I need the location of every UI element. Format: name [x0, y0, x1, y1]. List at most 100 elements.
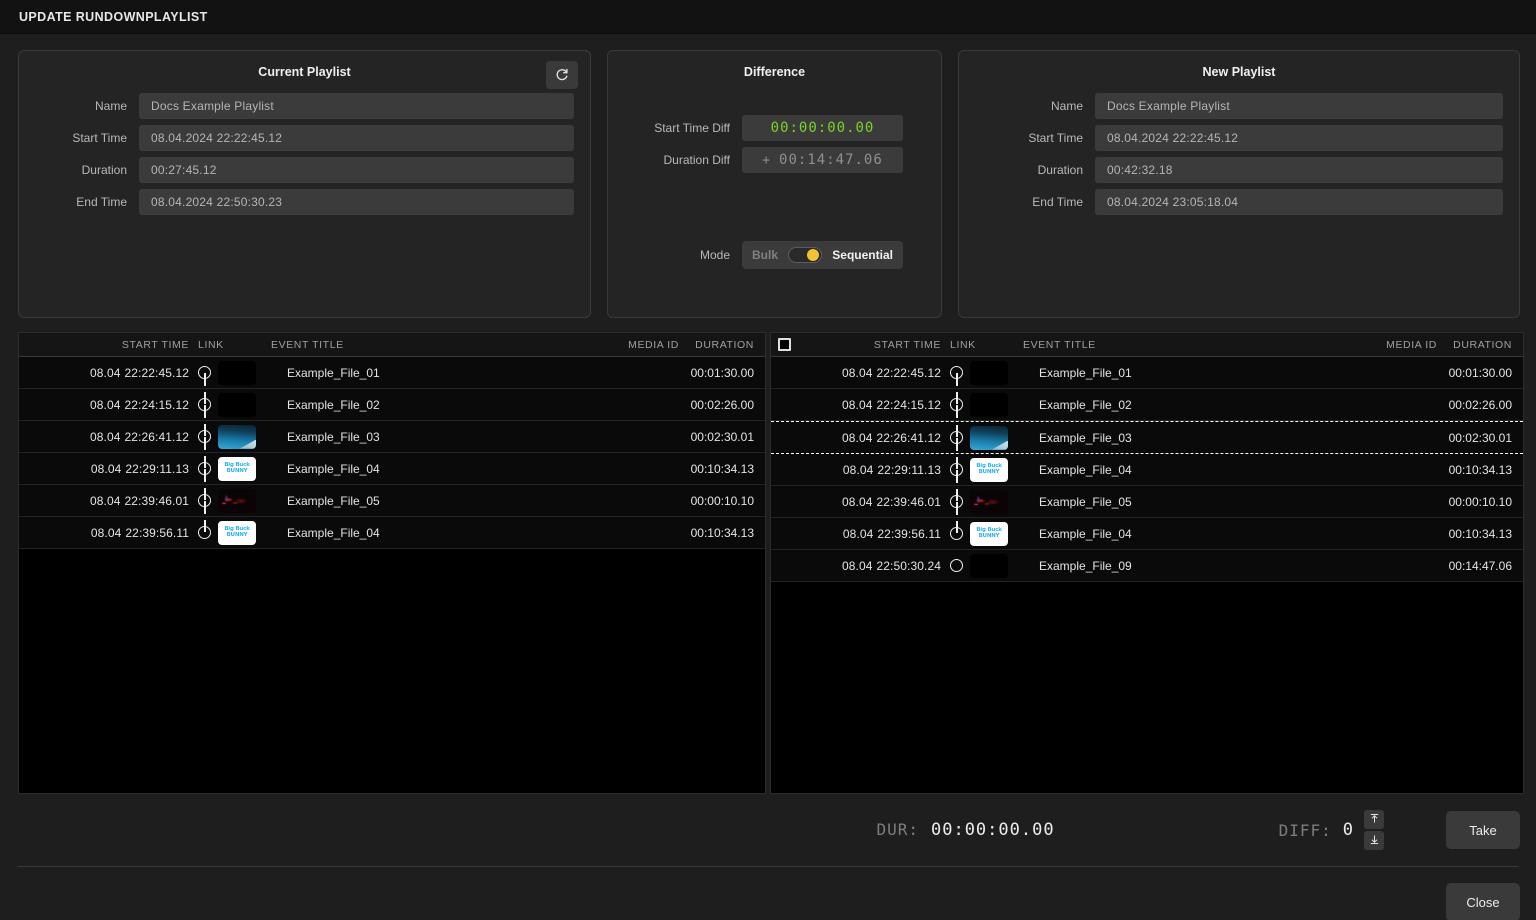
row-event-title: Example_File_05	[271, 494, 569, 508]
start-time-diff-field[interactable]: 00:00:00.00	[742, 115, 903, 141]
new-header-event-title: EVENT TITLE	[1023, 339, 1327, 351]
row-event-title: Example_File_02	[1023, 398, 1327, 412]
table-row[interactable]: 08.0422:26:41.12Example_File_0300:02:30.…	[19, 421, 765, 453]
difference-panel: Difference Start Time Diff 00:00:00.00 D…	[607, 50, 942, 318]
new-field-duration-label: Duration	[975, 163, 1095, 177]
current-playlist-table: START TIME LINK EVENT TITLE MEDIA ID DUR…	[18, 332, 766, 794]
new-start-time-input[interactable]: 08.04.2024 22:22:45.12	[1095, 125, 1503, 151]
current-start-time-input[interactable]: 08.04.2024 22:22:45.12	[139, 125, 574, 151]
event-thumbnail	[218, 425, 256, 449]
table-row[interactable]: 08.0422:24:15.12Example_File_0200:02:26.…	[19, 389, 765, 421]
row-duration: 00:01:30.00	[1437, 366, 1523, 380]
row-link-cell[interactable]	[941, 361, 1023, 385]
link-circle-icon[interactable]	[950, 431, 963, 444]
row-date: 08.04	[91, 526, 122, 540]
align-top-button[interactable]	[1364, 810, 1384, 829]
mode-option-sequential[interactable]: Sequential	[832, 248, 893, 262]
current-end-time-input[interactable]: 08.04.2024 22:50:30.23	[139, 189, 574, 215]
link-circle-icon[interactable]	[198, 494, 211, 507]
current-name-input[interactable]: Docs Example Playlist	[139, 93, 574, 119]
take-button[interactable]: Take	[1446, 811, 1520, 849]
row-date: 08.04	[843, 527, 874, 541]
row-link-cell[interactable]	[189, 425, 271, 449]
duration-diff-sign: +	[762, 153, 771, 168]
link-circle-icon[interactable]	[950, 527, 963, 540]
row-event-title: Example_File_03	[1023, 431, 1327, 445]
row-time: 22:29:11.13	[877, 463, 941, 477]
row-link-cell[interactable]: Big BuckBUNNY	[189, 457, 271, 481]
table-row[interactable]: 08.0422:22:45.12Example_File_0100:01:30.…	[771, 357, 1523, 389]
new-end-time-input[interactable]: 08.04.2024 23:05:18.04	[1095, 189, 1503, 215]
current-field-name-row: Name Docs Example Playlist	[35, 93, 574, 119]
row-link-cell[interactable]	[189, 393, 271, 417]
row-time: 22:22:45.12	[125, 366, 190, 380]
playlists-comparison-area: START TIME LINK EVENT TITLE MEDIA ID DUR…	[0, 318, 1536, 794]
new-field-end-row: End Time 08.04.2024 23:05:18.04	[975, 189, 1503, 215]
new-duration-input[interactable]: 00:42:32.18	[1095, 157, 1503, 183]
link-circle-icon[interactable]	[198, 462, 211, 475]
row-event-title: Example_File_05	[1023, 495, 1327, 509]
link-circle-icon[interactable]	[198, 430, 211, 443]
link-circle-icon[interactable]	[198, 366, 211, 379]
table-row[interactable]: 08.0422:29:11.13Big BuckBUNNYExample_Fil…	[771, 454, 1523, 486]
row-link-cell[interactable]	[189, 489, 271, 513]
table-row[interactable]: 08.0422:24:15.12Example_File_0200:02:26.…	[771, 389, 1523, 421]
start-time-diff-label: Start Time Diff	[624, 121, 742, 135]
new-table-header: START TIME LINK EVENT TITLE MEDIA ID DUR…	[771, 333, 1523, 357]
duration-diff-field[interactable]: + 00:14:47.06	[742, 147, 903, 173]
row-time: 22:29:11.13	[125, 462, 189, 476]
diff-label: DIFF:	[1279, 821, 1332, 840]
action-bar: DUR: 00:00:00.00 DIFF: 0	[0, 794, 1536, 866]
refresh-current-playlist-button[interactable]	[546, 61, 578, 89]
select-all-checkbox[interactable]	[778, 338, 791, 351]
row-start-time: 08.0422:29:11.13	[45, 462, 189, 476]
link-circle-icon[interactable]	[950, 366, 963, 379]
link-circle-icon[interactable]	[950, 559, 963, 572]
table-row[interactable]: 08.0422:39:56.11Big BuckBUNNYExample_Fil…	[771, 518, 1523, 550]
align-bottom-button[interactable]	[1364, 831, 1384, 850]
dur-display-group: DUR: 00:00:00.00	[876, 820, 1054, 840]
row-date: 08.04	[90, 430, 121, 444]
duration-diff-value: 00:14:47.06	[779, 152, 883, 168]
new-field-name-label: Name	[975, 99, 1095, 113]
mode-toggle[interactable]: Bulk Sequential	[742, 241, 903, 269]
table-row[interactable]: 08.0422:39:56.11Big BuckBUNNYExample_Fil…	[19, 517, 765, 549]
new-playlist-title: New Playlist	[975, 65, 1503, 79]
row-time: 22:26:41.12	[125, 430, 190, 444]
row-link-cell[interactable]	[941, 426, 1023, 450]
event-thumbnail: Big BuckBUNNY	[218, 457, 256, 481]
new-field-start-row: Start Time 08.04.2024 22:22:45.12	[975, 125, 1503, 151]
row-date: 08.04	[842, 431, 873, 445]
current-header-media-id: MEDIA ID	[569, 339, 679, 351]
link-circle-icon[interactable]	[950, 463, 963, 476]
row-link-cell[interactable]: Big BuckBUNNY	[941, 458, 1023, 482]
row-time: 22:22:45.12	[877, 366, 942, 380]
link-circle-icon[interactable]	[198, 398, 211, 411]
table-row[interactable]: 08.0422:39:46.01Example_File_0500:00:10.…	[771, 486, 1523, 518]
table-row[interactable]: 08.0422:22:45.12Example_File_0100:01:30.…	[19, 357, 765, 389]
link-circle-icon[interactable]	[198, 526, 211, 539]
mode-option-bulk[interactable]: Bulk	[752, 248, 778, 262]
link-circle-icon[interactable]	[950, 398, 963, 411]
row-duration: 00:02:30.01	[1437, 431, 1523, 445]
mode-toggle-track[interactable]	[788, 247, 822, 263]
table-row[interactable]: 08.0422:39:46.01Example_File_0500:00:10.…	[19, 485, 765, 517]
row-link-cell[interactable]: Big BuckBUNNY	[941, 522, 1023, 546]
row-date: 08.04	[842, 366, 873, 380]
row-duration: 00:00:10.10	[1437, 495, 1523, 509]
link-circle-icon[interactable]	[950, 495, 963, 508]
row-link-cell[interactable]	[189, 361, 271, 385]
table-row[interactable]: 08.0422:50:30.24Example_File_0900:14:47.…	[771, 550, 1523, 582]
new-name-input[interactable]: Docs Example Playlist	[1095, 93, 1503, 119]
row-link-cell[interactable]	[941, 393, 1023, 417]
row-date: 08.04	[90, 366, 121, 380]
table-row[interactable]: 08.0422:29:11.13Big BuckBUNNYExample_Fil…	[19, 453, 765, 485]
event-thumbnail	[218, 361, 256, 385]
table-row[interactable]: 08.0422:26:41.12Example_File_0300:02:30.…	[771, 421, 1523, 454]
close-button[interactable]: Close	[1446, 883, 1520, 920]
row-link-cell[interactable]	[941, 490, 1023, 514]
row-link-cell[interactable]: Big BuckBUNNY	[189, 521, 271, 545]
row-duration: 00:02:30.01	[679, 430, 765, 444]
current-duration-input[interactable]: 00:27:45.12	[139, 157, 574, 183]
row-link-cell[interactable]	[941, 554, 1023, 578]
